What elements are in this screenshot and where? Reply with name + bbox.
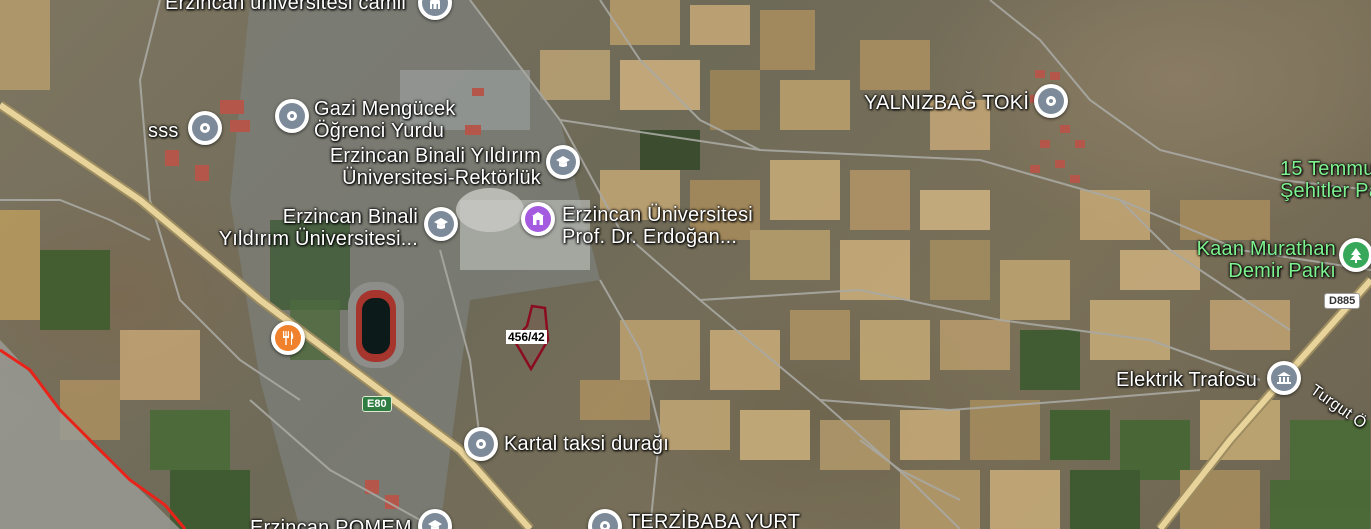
university-icon[interactable]	[521, 202, 555, 236]
location-pin-icon[interactable]	[464, 427, 498, 461]
poi-gazi-line1: Gazi Mengücek	[314, 98, 456, 120]
restaurant-icon[interactable]	[271, 321, 305, 355]
poi-erdogan-line2: Prof. Dr. Erdoğan...	[562, 226, 738, 248]
poi-pomem-label: Erzincan POMEM	[250, 517, 412, 529]
poi-kaan-line1: Kaan Murathan	[1196, 238, 1336, 260]
stadium	[348, 282, 404, 368]
poi-gazi-mengucek-label: Gazi Mengücek Öğrenci Yurdu	[314, 98, 456, 142]
poi-elektrik-label: Elektrik Trafosu	[1116, 369, 1258, 391]
poi-kaan-line2: Demir Parkı	[1228, 260, 1336, 282]
poi-yalnizbag-label: YALNIZBAĞ TOKİ	[864, 92, 1030, 114]
school-icon[interactable]	[546, 145, 580, 179]
poi-kartal-label: Kartal taksi durağı	[504, 433, 669, 455]
poi-15-temmuz-label: 15 Temmu Şehitler Pa	[1280, 158, 1371, 202]
poi-gazi-line2: Öğrenci Yurdu	[314, 120, 445, 142]
poi-binali-rektorluk-line2: Üniversitesi-Rektörlük	[342, 167, 541, 189]
parcel-label: 456/42	[506, 330, 547, 344]
school-icon[interactable]	[424, 207, 458, 241]
terrain-layer	[0, 0, 1371, 529]
location-pin-icon[interactable]	[1034, 84, 1068, 118]
poi-temmuz-line2: Şehitler Pa	[1280, 180, 1371, 202]
poi-binali-rektorluk-label: Erzincan Binali Yıldırım Üniversitesi-Re…	[325, 145, 541, 189]
e80-road-shield: E80	[362, 396, 392, 412]
location-pin-icon[interactable]	[275, 99, 309, 133]
poi-binali-uni-line1: Erzincan Binali	[282, 206, 418, 228]
poi-erdogan-line1: Erzincan Üniversitesi	[562, 204, 753, 226]
landmark-icon[interactable]	[1267, 361, 1301, 395]
location-pin-icon[interactable]	[188, 111, 222, 145]
poi-kaan-murathan-label: Kaan Murathan Demir Parkı	[1190, 238, 1336, 282]
tree-icon[interactable]	[1339, 238, 1371, 272]
map-canvas[interactable]: 456/42 E80 D885 Erzincan üniversitesi ca…	[0, 0, 1371, 529]
poi-sss-label: sss	[148, 120, 179, 142]
poi-camii-label: Erzincan üniversitesi camii	[165, 0, 407, 14]
poi-binali-universitesi-label: Erzincan Binali Yıldırım Üniversitesi...	[218, 206, 418, 250]
d885-road-shield: D885	[1324, 293, 1361, 309]
poi-terzibaba-label: TERZİBABA YURT	[628, 511, 801, 529]
field-patches	[0, 0, 1370, 529]
poi-erzincan-universitesi-label: Erzincan Üniversitesi Prof. Dr. Erdoğan.…	[562, 204, 753, 248]
poi-temmuz-line1: 15 Temmu	[1280, 158, 1371, 180]
poi-binali-rektorluk-line1: Erzincan Binali Yıldırım	[329, 145, 541, 167]
poi-binali-uni-line2: Yıldırım Üniversitesi...	[218, 228, 418, 250]
